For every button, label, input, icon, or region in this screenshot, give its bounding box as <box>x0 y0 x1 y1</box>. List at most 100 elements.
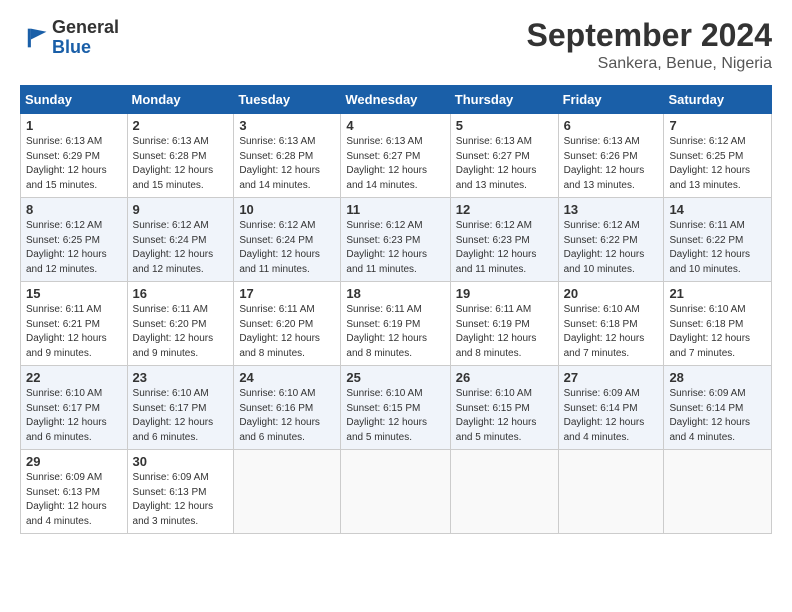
day-info: Sunrise: 6:12 AMSunset: 6:23 PMDaylight:… <box>346 219 444 277</box>
day-info: Sunrise: 6:13 AMSunset: 6:29 PMDaylight:… <box>26 135 122 193</box>
day-number: 1 <box>26 118 122 133</box>
header: General Blue September 2024 Sankera, Ben… <box>20 18 772 73</box>
day-info: Sunrise: 6:11 AMSunset: 6:19 PMDaylight:… <box>456 303 553 361</box>
calendar-cell: 24Sunrise: 6:10 AMSunset: 6:16 PMDayligh… <box>234 366 341 450</box>
page: General Blue September 2024 Sankera, Ben… <box>0 0 792 612</box>
day-number: 25 <box>346 370 444 385</box>
calendar-week-row: 1 Sunrise: 6:13 AMSunset: 6:29 PMDaylight… <box>21 114 772 198</box>
calendar-cell: 20 Sunrise: 6:10 AMSunset: 6:18 PMDayligh… <box>558 282 664 366</box>
day-info: Sunrise: 6:10 AMSunset: 6:18 PMDaylight:… <box>564 303 659 361</box>
calendar-cell: 13Sunrise: 6:12 AMSunset: 6:22 PMDayligh… <box>558 198 664 282</box>
day-info: Sunrise: 6:13 AMSunset: 6:26 PMDaylight:… <box>564 135 659 193</box>
day-number: 2 <box>133 118 229 133</box>
calendar-header-row: SundayMondayTuesdayWednesdayThursdayFrid… <box>21 86 772 114</box>
calendar-week-row: 22 Sunrise: 6:10 AMSunset: 6:17 PMDayligh… <box>21 366 772 450</box>
logo-blue-text: Blue <box>52 37 91 57</box>
day-number: 12 <box>456 202 553 217</box>
logo-general-text: General <box>52 17 119 37</box>
col-header-sunday: Sunday <box>21 86 128 114</box>
day-info: Sunrise: 6:10 AMSunset: 6:15 PMDaylight:… <box>456 387 553 445</box>
calendar-cell: 30 Sunrise: 6:09 AMSunset: 6:13 PMDayligh… <box>127 450 234 534</box>
day-number: 14 <box>669 202 766 217</box>
calendar-cell: 3Sunrise: 6:13 AMSunset: 6:28 PMDaylight… <box>234 114 341 198</box>
calendar-cell: 11 Sunrise: 6:12 AMSunset: 6:23 PMDayligh… <box>341 198 450 282</box>
day-info: Sunrise: 6:13 AMSunset: 6:27 PMDaylight:… <box>456 135 553 193</box>
calendar-cell: 10Sunrise: 6:12 AMSunset: 6:24 PMDayligh… <box>234 198 341 282</box>
logo: General Blue <box>20 18 119 58</box>
day-info: Sunrise: 6:13 AMSunset: 6:28 PMDaylight:… <box>133 135 229 193</box>
calendar-cell: 15 Sunrise: 6:11 AMSunset: 6:21 PMDayligh… <box>21 282 128 366</box>
day-number: 28 <box>669 370 766 385</box>
calendar-cell <box>234 450 341 534</box>
calendar-week-row: 29 Sunrise: 6:09 AMSunset: 6:13 PMDayligh… <box>21 450 772 534</box>
day-info: Sunrise: 6:10 AMSunset: 6:17 PMDaylight:… <box>26 387 122 445</box>
calendar-cell: 25Sunrise: 6:10 AMSunset: 6:15 PMDayligh… <box>341 366 450 450</box>
calendar-cell: 18Sunrise: 6:11 AMSunset: 6:19 PMDayligh… <box>341 282 450 366</box>
location: Sankera, Benue, Nigeria <box>527 55 772 73</box>
logo-icon <box>20 24 48 52</box>
logo-text: General Blue <box>52 18 119 58</box>
day-number: 23 <box>133 370 229 385</box>
day-number: 11 <box>346 202 444 217</box>
day-number: 6 <box>564 118 659 133</box>
calendar-week-row: 15 Sunrise: 6:11 AMSunset: 6:21 PMDayligh… <box>21 282 772 366</box>
day-number: 8 <box>26 202 122 217</box>
day-number: 17 <box>239 286 335 301</box>
day-number: 9 <box>133 202 229 217</box>
day-number: 21 <box>669 286 766 301</box>
col-header-friday: Friday <box>558 86 664 114</box>
day-info: Sunrise: 6:11 AMSunset: 6:20 PMDaylight:… <box>133 303 229 361</box>
day-info: Sunrise: 6:09 AMSunset: 6:13 PMDaylight:… <box>133 471 229 529</box>
calendar-cell: 7 Sunrise: 6:12 AMSunset: 6:25 PMDaylight… <box>664 114 772 198</box>
day-info: Sunrise: 6:11 AMSunset: 6:21 PMDaylight:… <box>26 303 122 361</box>
day-number: 16 <box>133 286 229 301</box>
calendar-cell: 28 Sunrise: 6:09 AMSunset: 6:14 PMDayligh… <box>664 366 772 450</box>
day-number: 30 <box>133 454 229 469</box>
calendar-cell: 26 Sunrise: 6:10 AMSunset: 6:15 PMDayligh… <box>450 366 558 450</box>
calendar-cell: 8 Sunrise: 6:12 AMSunset: 6:25 PMDaylight… <box>21 198 128 282</box>
day-number: 5 <box>456 118 553 133</box>
col-header-saturday: Saturday <box>664 86 772 114</box>
calendar-cell: 16 Sunrise: 6:11 AMSunset: 6:20 PMDayligh… <box>127 282 234 366</box>
day-info: Sunrise: 6:12 AMSunset: 6:25 PMDaylight:… <box>669 135 766 193</box>
calendar-cell <box>558 450 664 534</box>
month-title: September 2024 <box>527 18 772 53</box>
calendar-cell: 17 Sunrise: 6:11 AMSunset: 6:20 PMDayligh… <box>234 282 341 366</box>
calendar-cell <box>341 450 450 534</box>
day-info: Sunrise: 6:13 AMSunset: 6:27 PMDaylight:… <box>346 135 444 193</box>
col-header-tuesday: Tuesday <box>234 86 341 114</box>
calendar-cell: 6 Sunrise: 6:13 AMSunset: 6:26 PMDaylight… <box>558 114 664 198</box>
calendar-cell: 9Sunrise: 6:12 AMSunset: 6:24 PMDaylight… <box>127 198 234 282</box>
calendar-cell: 2 Sunrise: 6:13 AMSunset: 6:28 PMDaylight… <box>127 114 234 198</box>
calendar-cell: 12 Sunrise: 6:12 AMSunset: 6:23 PMDayligh… <box>450 198 558 282</box>
day-number: 13 <box>564 202 659 217</box>
day-number: 15 <box>26 286 122 301</box>
day-number: 20 <box>564 286 659 301</box>
day-info: Sunrise: 6:09 AMSunset: 6:14 PMDaylight:… <box>669 387 766 445</box>
day-number: 7 <box>669 118 766 133</box>
day-info: Sunrise: 6:13 AMSunset: 6:28 PMDaylight:… <box>239 135 335 193</box>
col-header-monday: Monday <box>127 86 234 114</box>
day-info: Sunrise: 6:10 AMSunset: 6:18 PMDaylight:… <box>669 303 766 361</box>
calendar-cell: 14 Sunrise: 6:11 AMSunset: 6:22 PMDayligh… <box>664 198 772 282</box>
day-info: Sunrise: 6:12 AMSunset: 6:25 PMDaylight:… <box>26 219 122 277</box>
day-number: 29 <box>26 454 122 469</box>
day-number: 26 <box>456 370 553 385</box>
calendar-cell: 29Sunrise: 6:09 AMSunset: 6:13 PMDayligh… <box>21 450 128 534</box>
day-number: 22 <box>26 370 122 385</box>
calendar-cell: 5 Sunrise: 6:13 AMSunset: 6:27 PMDaylight… <box>450 114 558 198</box>
calendar-cell <box>450 450 558 534</box>
calendar-cell: 1 Sunrise: 6:13 AMSunset: 6:29 PMDaylight… <box>21 114 128 198</box>
day-info: Sunrise: 6:10 AMSunset: 6:17 PMDaylight:… <box>133 387 229 445</box>
calendar-cell: 21 Sunrise: 6:10 AMSunset: 6:18 PMDayligh… <box>664 282 772 366</box>
day-number: 27 <box>564 370 659 385</box>
calendar-table: SundayMondayTuesdayWednesdayThursdayFrid… <box>20 85 772 534</box>
calendar-cell: 4 Sunrise: 6:13 AMSunset: 6:27 PMDaylight… <box>341 114 450 198</box>
day-info: Sunrise: 6:10 AMSunset: 6:16 PMDaylight:… <box>239 387 335 445</box>
day-number: 10 <box>239 202 335 217</box>
day-number: 19 <box>456 286 553 301</box>
day-info: Sunrise: 6:12 AMSunset: 6:23 PMDaylight:… <box>456 219 553 277</box>
day-number: 4 <box>346 118 444 133</box>
day-info: Sunrise: 6:11 AMSunset: 6:20 PMDaylight:… <box>239 303 335 361</box>
day-info: Sunrise: 6:11 AMSunset: 6:22 PMDaylight:… <box>669 219 766 277</box>
